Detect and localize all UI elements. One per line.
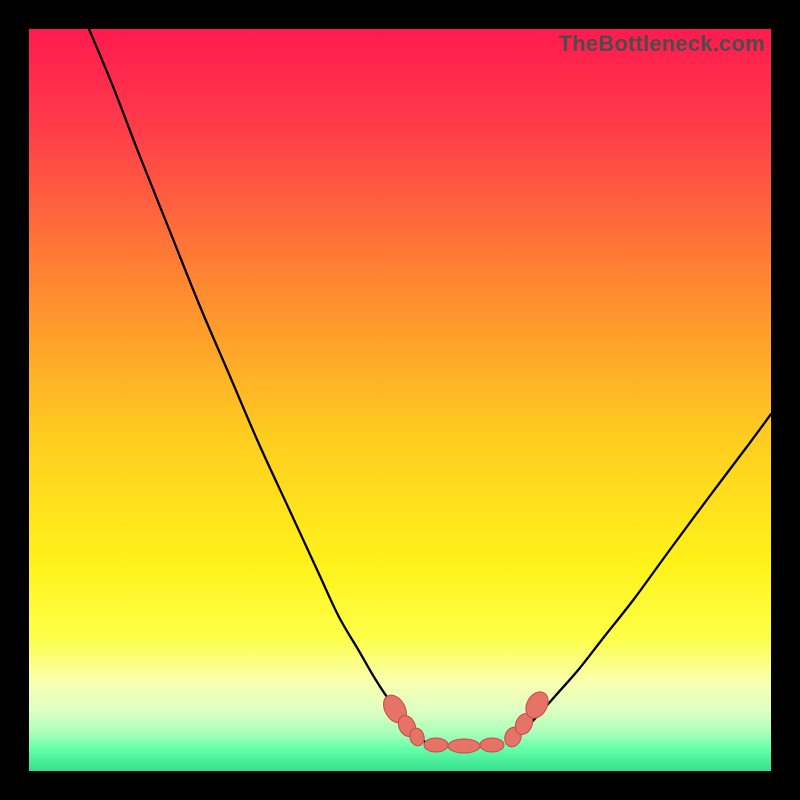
curve-marker	[448, 739, 480, 753]
chart-background	[29, 29, 771, 771]
chart-svg	[29, 29, 771, 771]
watermark-text: TheBottleneck.com	[559, 31, 765, 57]
curve-marker	[424, 738, 448, 752]
chart-plot-area: TheBottleneck.com	[29, 29, 771, 771]
chart-frame: TheBottleneck.com	[0, 0, 800, 800]
curve-marker	[480, 738, 504, 752]
